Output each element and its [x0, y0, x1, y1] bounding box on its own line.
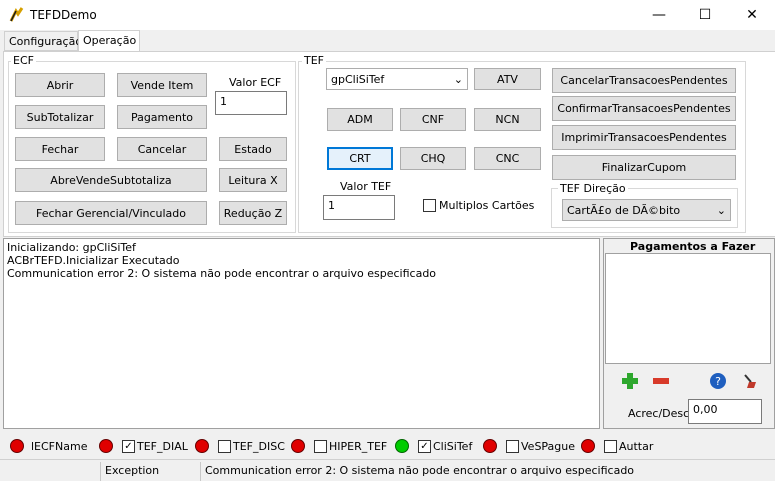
clear-button[interactable]: [739, 370, 761, 392]
hiper-tef-label: HIPER_TEF: [329, 440, 388, 453]
vespague-led: [483, 439, 497, 453]
clisitef-led: [395, 439, 409, 453]
reducao-z-button[interactable]: Redução Z: [219, 201, 287, 225]
maximize-button[interactable]: ☐: [682, 0, 728, 30]
vespague-label: VeSPague: [521, 440, 576, 453]
log-memo[interactable]: Inicializando: gpCliSiTef ACBrTEFD.Inici…: [3, 238, 600, 429]
cnf-button[interactable]: CNF: [400, 108, 466, 131]
status-panel-exception: Exception: [100, 462, 200, 481]
valor-ecf-input[interactable]: 1: [215, 91, 287, 115]
payments-title: Pagamentos a Fazer: [630, 240, 756, 253]
status-bar: Exception Communication error 2: O siste…: [0, 459, 775, 481]
confirmar-transacoes-pendentes-button[interactable]: ConfirmarTransacoesPendentes: [552, 96, 736, 121]
atv-button[interactable]: ATV: [474, 68, 541, 90]
auttar-led: [581, 439, 595, 453]
finalizar-cupom-button[interactable]: FinalizarCupom: [552, 155, 736, 180]
acrec-desc-input[interactable]: 0,00: [688, 399, 762, 424]
clisitef-checkbox[interactable]: ✓: [418, 440, 431, 453]
hiper-tef-checkbox[interactable]: [314, 440, 327, 453]
abrir-button[interactable]: Abrir: [15, 73, 105, 97]
cancelar-button[interactable]: Cancelar: [117, 137, 207, 161]
log-line: ACBrTEFD.Inicializar Executado: [7, 254, 180, 267]
tef-dial-checkbox[interactable]: ✓: [122, 440, 135, 453]
app-icon: [8, 6, 26, 24]
tef-disc-label: TEF_DISC: [233, 440, 285, 453]
valor-ecf-label: Valor ECF: [229, 76, 282, 89]
minimize-button[interactable]: —: [636, 0, 682, 30]
vespague-checkbox[interactable]: [506, 440, 519, 453]
estado-button[interactable]: Estado: [219, 137, 287, 161]
close-button[interactable]: ✕: [729, 0, 775, 30]
status-leds-row: lECFName ✓ TEF_DIAL TEF_DISC HIPER_TEF ✓…: [0, 433, 775, 459]
adm-button[interactable]: ADM: [327, 108, 393, 131]
svg-text:?: ?: [715, 375, 721, 388]
chq-button[interactable]: CHQ: [400, 147, 466, 170]
auttar-label: Auttar: [619, 440, 654, 453]
remove-payment-button[interactable]: [650, 370, 672, 392]
help-icon: ?: [710, 373, 726, 389]
imprimir-transacoes-pendentes-button[interactable]: ImprimirTransacoesPendentes: [552, 125, 736, 150]
title-bar: TEFDDemo — ☐ ✕: [0, 0, 775, 30]
tab-configuracao[interactable]: Configuração: [4, 31, 82, 51]
hiper-tef-led: [291, 439, 305, 453]
ecf-name-label: lECFName: [31, 440, 88, 453]
plus-icon: [622, 373, 638, 389]
abre-vende-subtotaliza-button[interactable]: AbreVendeSubtotaliza: [15, 168, 207, 192]
ecf-group-label: ECF: [11, 54, 36, 67]
cancelar-transacoes-pendentes-button[interactable]: CancelarTransacoesPendentes: [552, 68, 736, 93]
tab-operacao[interactable]: Operação: [78, 30, 140, 52]
tef-group-label: TEF: [302, 54, 326, 67]
vende-item-button[interactable]: Vende Item: [117, 73, 207, 97]
ncn-button[interactable]: NCN: [474, 108, 541, 131]
gp-select[interactable]: gpCliSiTef ⌄: [326, 68, 468, 90]
auttar-checkbox[interactable]: [604, 440, 617, 453]
tef-direcao-select[interactable]: CartÃ£o de DÃ©bito ⌄: [562, 199, 731, 221]
add-payment-button[interactable]: [619, 370, 641, 392]
pagamento-button[interactable]: Pagamento: [117, 105, 207, 129]
tef-disc-checkbox[interactable]: [218, 440, 231, 453]
fechar-gerencial-button[interactable]: Fechar Gerencial/Vinculado: [15, 201, 207, 225]
valor-tef-input[interactable]: 1: [323, 195, 395, 220]
fechar-button[interactable]: Fechar: [15, 137, 105, 161]
acrec-desc-label: Acrec/Desc: [628, 407, 690, 420]
tef-dial-led: [99, 439, 113, 453]
broom-icon: [744, 374, 756, 388]
minus-icon: [653, 378, 669, 384]
tef-direcao-label: TEF Direção: [558, 182, 628, 195]
cnc-button[interactable]: CNC: [474, 147, 541, 170]
subtotalizar-button[interactable]: SubTotalizar: [15, 105, 105, 129]
crt-button[interactable]: CRT: [327, 147, 393, 170]
tef-direcao-value: CartÃ£o de DÃ©bito: [567, 203, 681, 217]
multiplos-cartoes-checkbox[interactable]: [423, 199, 436, 212]
gp-select-value: gpCliSiTef: [331, 72, 385, 86]
status-panel-message: Communication error 2: O sistema não pod…: [200, 462, 772, 481]
chevron-down-icon: ⌄: [453, 72, 463, 86]
chevron-down-icon: ⌄: [716, 203, 726, 217]
valor-tef-label: Valor TEF: [340, 180, 392, 193]
payments-list[interactable]: [605, 253, 771, 364]
help-button[interactable]: ?: [707, 370, 729, 392]
clisitef-label: CliSiTef: [433, 440, 473, 453]
tef-disc-led: [195, 439, 209, 453]
multiplos-cartoes-label: Multiplos Cartões: [439, 199, 535, 212]
log-line: Communication error 2: O sistema não pod…: [7, 267, 437, 280]
ecf-led: [10, 439, 24, 453]
tef-dial-label: TEF_DIAL: [137, 440, 188, 453]
leitura-x-button[interactable]: Leitura X: [219, 168, 287, 192]
window-title: TEFDDemo: [30, 8, 97, 22]
log-line: Inicializando: gpCliSiTef: [7, 241, 136, 254]
